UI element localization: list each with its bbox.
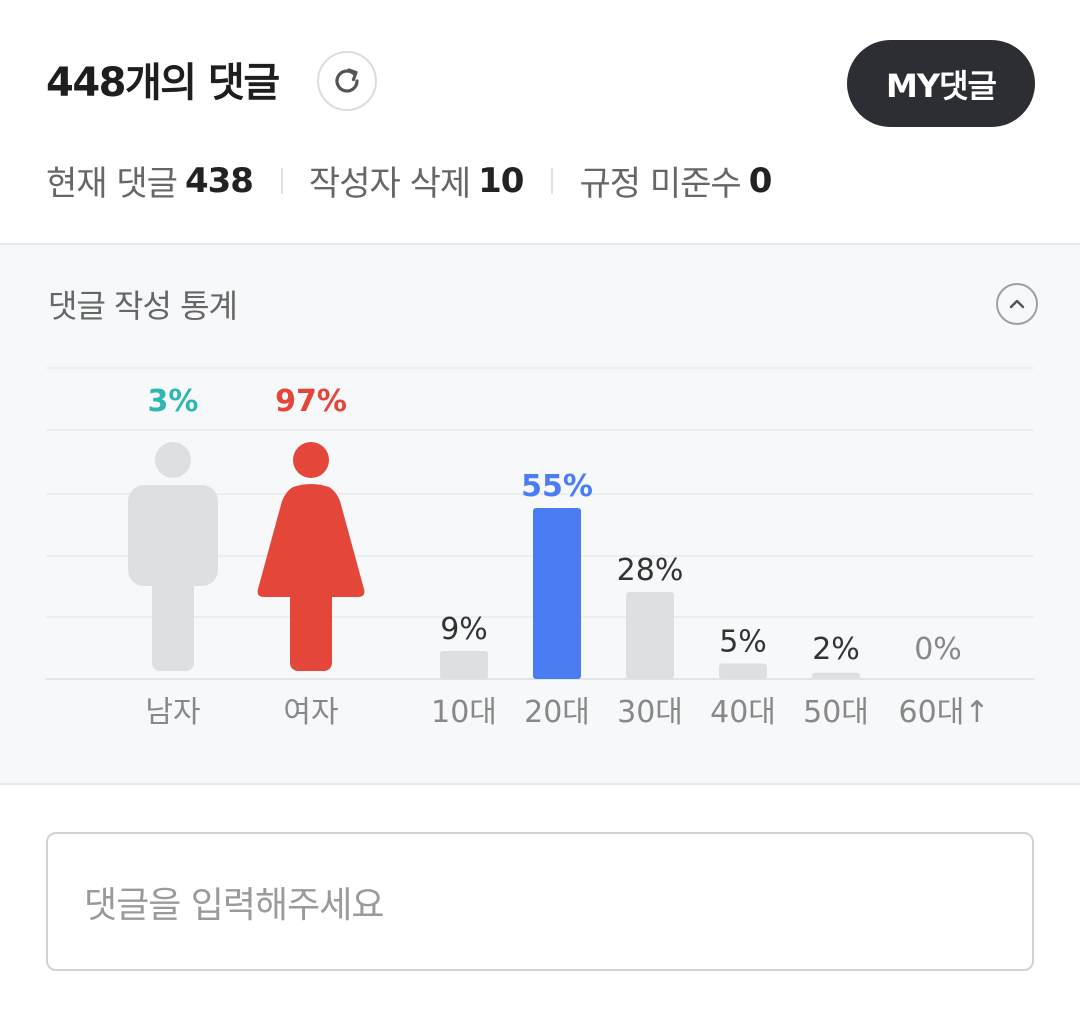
comment-input[interactable]: 댓글을 입력해주세요 [46,832,1034,971]
stat-deleted-value: 10 [478,160,524,201]
age-value-label: 28% [617,553,684,588]
comment-count-title: 448개의 댓글 [46,50,280,108]
chevron-up-icon [1009,299,1025,309]
age-category-label: 60대↑ [899,695,990,730]
gender-value-label: 3% [148,384,199,419]
female-figure-dress [257,484,365,597]
age-value-label: 55% [521,469,593,504]
refresh-icon [335,68,359,93]
stat-deleted-label: 작성자 삭제 [308,164,471,204]
comment-title-suffix: 개의 댓글 [125,60,280,106]
age-bar [719,663,767,679]
comment-count: 448 [46,60,127,106]
age-value-label: 5% [719,624,767,659]
gender-category-label: 남자 [145,695,200,730]
age-value-label: 0% [914,632,962,667]
age-bar [440,651,488,679]
female-figure-head [293,442,329,478]
male-figure-head [155,442,191,478]
female-figure-legs [290,590,332,671]
gender-value-label: 97% [275,384,347,419]
refresh-button[interactable] [317,51,377,111]
stat-violation-label: 규정 미준수 [579,164,741,204]
age-category-label: 10대 [431,695,497,730]
collapse-button[interactable] [996,283,1038,325]
comment-input-placeholder: 댓글을 입력해주세요 [84,884,385,926]
stat-violation-value: 0 [748,160,773,201]
stat-current-value: 438 [184,160,254,201]
age-value-label: 9% [440,612,488,647]
my-comments-button[interactable]: MY댓글 [847,40,1035,127]
age-bar [812,672,860,679]
stat-divider [551,167,554,194]
age-category-label: 30대 [617,695,683,730]
comment-stats: 현재 댓글 438 작성자 삭제 10 규정 미준수 0 [46,156,773,205]
male-figure-body [128,485,218,586]
comment-statistics-panel: 3% 남자 97% 여자 9% 10대 55% 20대 28% 30대 5% 40대 2% 50대 0% 60… [0,243,1080,785]
gender-category-label: 여자 [283,695,338,730]
stat-current-label: 현재 댓글 [46,164,178,204]
age-category-label: 40대 [710,695,776,730]
male-figure-legs [152,575,194,671]
age-value-label: 2% [812,632,860,667]
age-bar [533,508,581,679]
age-category-label: 50대 [803,695,869,730]
comments-header: 448개의 댓글 MY댓글 현재 댓글 438 작성자 삭제 10 규정 미준수… [0,0,1080,243]
age-category-label: 20대 [524,695,590,730]
age-bar [626,591,674,679]
statistics-title: 댓글 작성 통계 [48,287,238,325]
stat-divider [280,167,283,194]
